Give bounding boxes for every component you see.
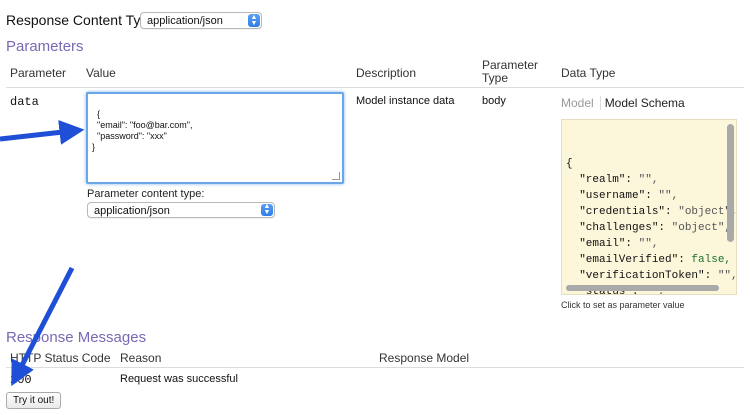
arrow-to-try-button-icon bbox=[11, 266, 75, 387]
arrow-to-textarea-icon bbox=[0, 119, 85, 145]
annotation-arrows bbox=[0, 119, 85, 387]
